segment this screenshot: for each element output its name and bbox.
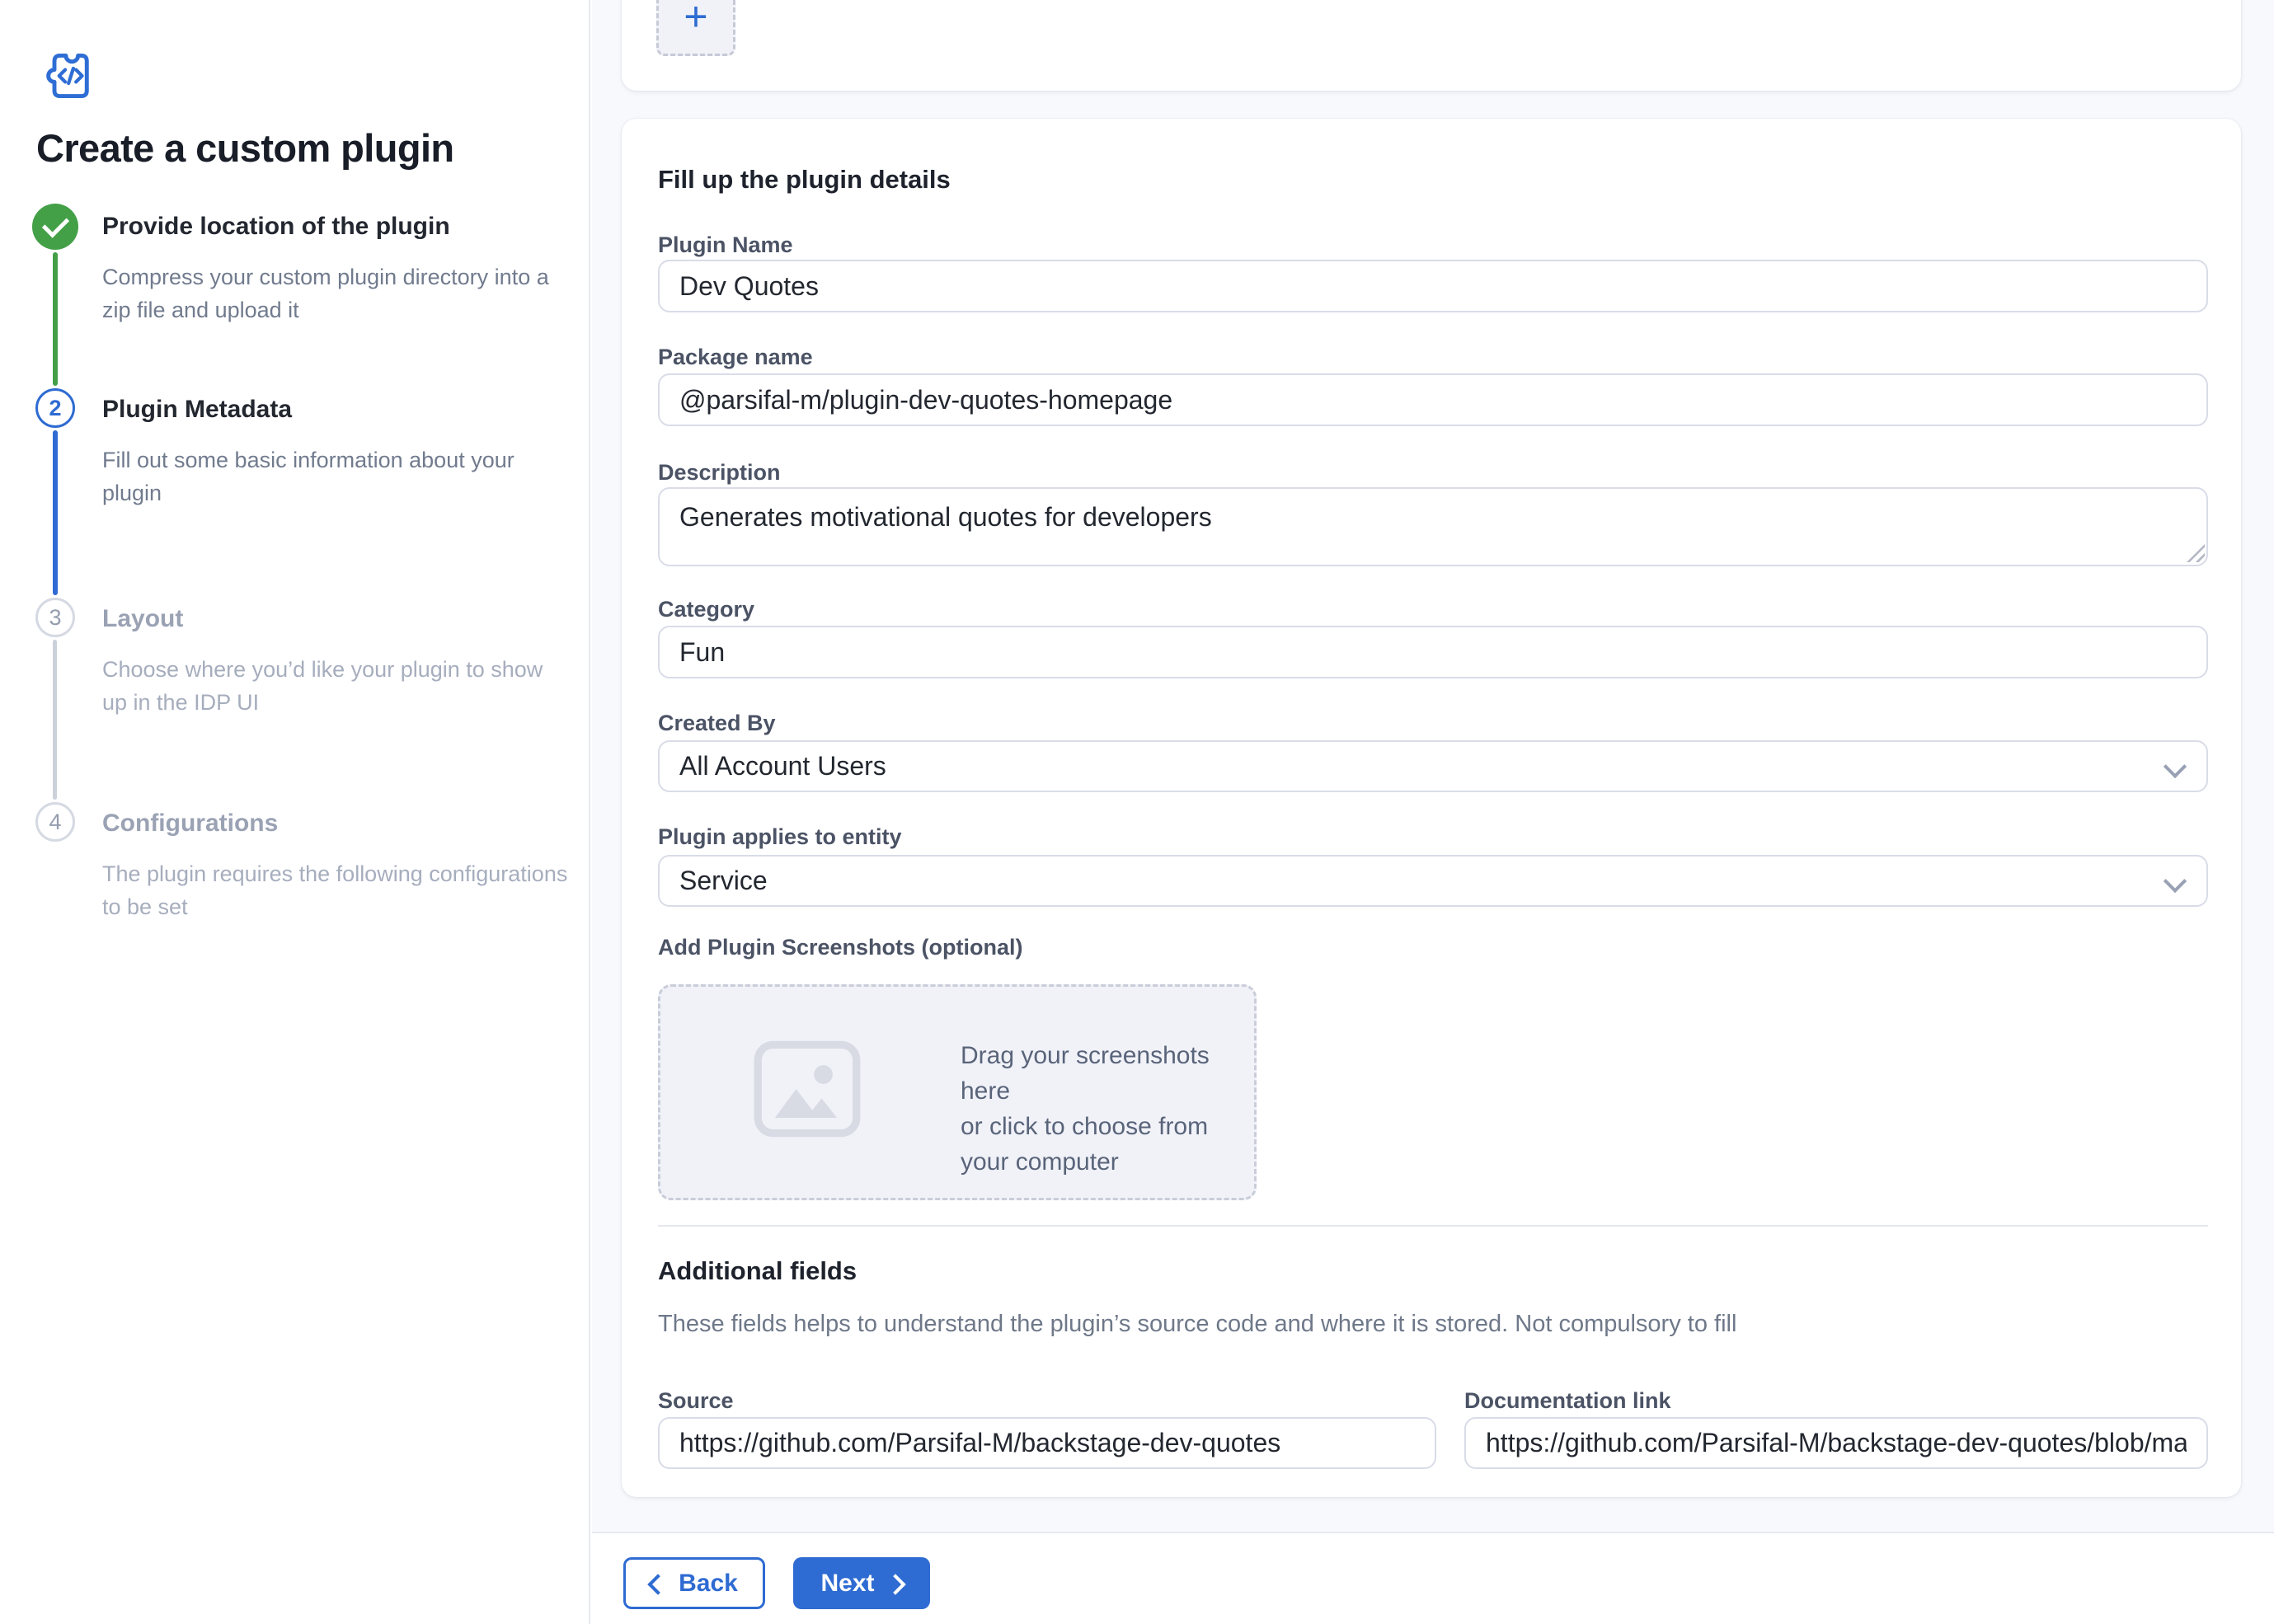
page-title: Create a custom plugin [36,125,580,171]
step-3-number: 3 [49,605,61,631]
category-input[interactable] [658,626,2208,678]
plus-icon: + [684,0,707,40]
additional-fields-heading: Additional fields [658,1256,857,1286]
entity-value: Service [679,866,768,896]
add-file-button[interactable]: + [656,0,735,56]
step-4-indicator: 4 [35,802,75,842]
step-2-title: Plugin Metadata [102,396,292,424]
dropzone-line-2: or click to choose from [961,1109,1254,1144]
entity-label: Plugin applies to entity [658,824,902,850]
back-button-label: Back [679,1570,738,1598]
upload-summary-card [622,0,2241,91]
plugin-puzzle-icon [40,46,99,106]
back-button[interactable]: Back [623,1557,765,1609]
screenshots-label: Add Plugin Screenshots (optional) [658,935,1023,960]
package-name-input[interactable] [658,373,2208,426]
step-1-title: Provide location of the plugin [102,213,450,241]
plugin-name-input[interactable] [658,260,2208,312]
chevron-right-icon [885,1574,905,1594]
check-icon [41,210,68,237]
step-3-indicator: 3 [35,598,75,637]
created-by-label: Created By [658,711,776,736]
step-3-description: Choose where you’d like your plugin to s… [102,653,564,719]
plugin-name-label: Plugin Name [658,232,793,258]
documentation-link-input[interactable] [1464,1417,2208,1469]
step-1-indicator [32,204,78,250]
image-placeholder-icon [751,1038,863,1147]
package-name-label: Package name [658,345,813,370]
step-2-indicator: 2 [35,388,75,428]
chevron-down-icon [2164,755,2187,778]
category-label: Category [658,597,754,622]
step-3-title: Layout [102,605,183,633]
chevron-left-icon [647,1574,668,1594]
section-divider [658,1225,2208,1227]
dropzone-instructions: Drag your screenshots here or click to c… [961,1038,1254,1180]
step-2-description: Fill out some basic information about yo… [102,444,534,509]
step-connector-upcoming [53,640,56,800]
plugin-details-card: Fill up the plugin details Plugin Name P… [622,119,2241,1497]
description-label: Description [658,460,781,486]
step-4-title: Configurations [102,810,278,838]
next-button-label: Next [820,1570,874,1598]
entity-select[interactable]: Service [658,855,2208,907]
dropzone-line-3: your computer [961,1144,1254,1180]
step-4-number: 4 [49,810,61,835]
chevron-down-icon [2164,870,2187,893]
next-button[interactable]: Next [793,1557,930,1609]
screenshots-dropzone[interactable]: Drag your screenshots here or click to c… [658,984,1257,1200]
additional-fields-subtitle: These fields helps to understand the plu… [658,1311,1736,1338]
dropzone-line-1: Drag your screenshots here [961,1038,1254,1109]
step-1-description: Compress your custom plugin directory in… [102,260,567,326]
created-by-value: All Account Users [679,751,886,781]
step-connector-done [53,252,57,386]
documentation-link-label: Documentation link [1464,1388,1671,1414]
wizard-sidebar: Create a custom plugin Provide location … [0,0,590,1624]
create-custom-plugin-page: Create a custom plugin Provide location … [0,0,2274,1624]
created-by-select[interactable]: All Account Users [658,740,2208,792]
form-heading: Fill up the plugin details [658,165,951,195]
source-input[interactable] [658,1417,1436,1469]
step-4-description: The plugin requires the following config… [102,857,584,923]
step-connector-active [53,430,57,595]
source-label: Source [658,1388,734,1414]
step-2-number: 2 [49,396,61,421]
description-textarea[interactable]: Generates motivational quotes for develo… [658,487,2208,566]
